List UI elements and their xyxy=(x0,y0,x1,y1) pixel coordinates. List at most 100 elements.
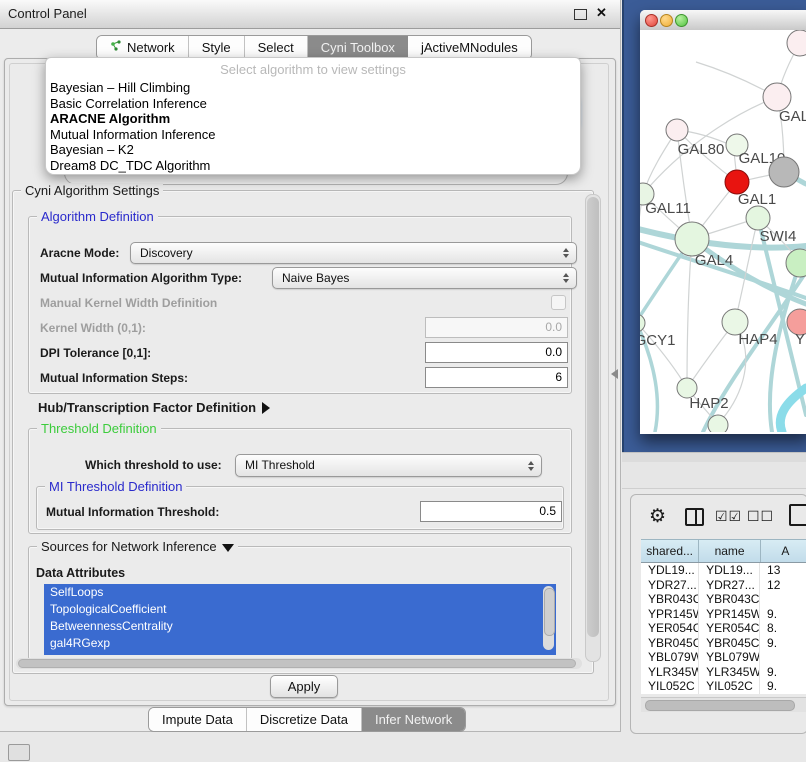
which-threshold-combobox[interactable]: MI Threshold xyxy=(235,454,542,477)
table-row[interactable]: YBL079WYBL079W xyxy=(641,650,806,665)
mac-minimize-button[interactable] xyxy=(660,14,673,27)
tab-label: Network xyxy=(127,40,175,55)
panel-collapse-arrow-icon[interactable] xyxy=(611,369,618,379)
tab-discretize-data[interactable]: Discretize Data xyxy=(247,708,362,731)
column-header-shared[interactable]: shared... xyxy=(641,540,699,562)
table-cell: YLR345W xyxy=(699,665,760,680)
network-node-gal[interactable] xyxy=(763,83,791,111)
algorithm-definition-title: Algorithm Definition xyxy=(37,209,158,224)
algorithm-option-basic-correlation-inference[interactable]: Basic Correlation Inference xyxy=(50,96,574,112)
gear-icon[interactable]: ⚙ xyxy=(649,505,666,528)
data-attributes-list: SelfLoopsTopologicalCoefficientBetweenne… xyxy=(44,584,556,655)
table-row[interactable]: YBR043CYBR043C xyxy=(641,592,806,607)
table-cell: YBL079W xyxy=(699,650,760,665)
network-node-gcy1[interactable] xyxy=(640,314,645,332)
float-window-icon[interactable] xyxy=(574,9,587,20)
tab-impute-data[interactable]: Impute Data xyxy=(149,708,247,731)
table-row[interactable]: YPR145WYPR145W9. xyxy=(641,607,806,622)
settings-horizontal-scrollbar[interactable] xyxy=(16,658,582,669)
cyni-mode-tab-bar: Impute Data Discretize Data Infer Network xyxy=(148,707,466,732)
mi-algorithm-type-combobox[interactable]: Naive Bayes xyxy=(272,267,577,289)
table-panel-titlebar[interactable]: Table Panel xyxy=(622,462,806,489)
table-cell: YDL19... xyxy=(699,563,760,578)
dpi-tolerance-input[interactable]: 0.0 xyxy=(425,342,568,363)
tab-style[interactable]: Style xyxy=(189,36,245,59)
deselect-all-checkboxes-icon[interactable]: ☐☐ xyxy=(747,508,774,525)
algorithm-option-mutual-information-inference[interactable]: Mutual Information Inference xyxy=(50,127,574,143)
column-header-name[interactable]: name xyxy=(699,540,761,562)
network-node[interactable] xyxy=(786,249,806,277)
attributes-list-scrollbar[interactable] xyxy=(543,586,554,650)
table-cell: YER054C xyxy=(641,621,699,636)
algorithm-option-bayesian-k2[interactable]: Bayesian – K2 xyxy=(50,142,574,158)
network-node[interactable] xyxy=(769,157,799,187)
network-canvas[interactable]: GALGAL80GAL10GAL1GAL11SWI4GAL4GCY1HAP4YH… xyxy=(640,30,806,432)
network-icon xyxy=(110,40,122,55)
mi-threshold-label: Mutual Information Threshold: xyxy=(46,505,219,519)
tab-infer-network[interactable]: Infer Network xyxy=(362,708,465,731)
algorithm-option-bayesian-hill-climbing[interactable]: Bayesian – Hill Climbing xyxy=(50,80,574,96)
table-row[interactable]: YDR27...YDR27...12 xyxy=(641,578,806,593)
tab-cyni-toolbox[interactable]: Cyni Toolbox xyxy=(308,36,408,59)
node-label: GAL11 xyxy=(645,200,691,217)
manual-kernel-width-checkbox[interactable] xyxy=(551,295,566,310)
apply-button[interactable]: Apply xyxy=(270,675,338,698)
attribute-item-betweennesscentrality[interactable]: BetweennessCentrality xyxy=(44,618,556,635)
tab-jactivemnodules[interactable]: jActiveMNodules xyxy=(408,36,531,59)
attribute-item-topologicalcoefficient[interactable]: TopologicalCoefficient xyxy=(44,601,556,618)
hub-definition-toggle[interactable]: Hub/Transcription Factor Definition xyxy=(38,400,270,415)
table-cell: YBR045C xyxy=(699,636,760,651)
minimized-panel-icon[interactable] xyxy=(8,744,30,761)
table-row[interactable]: YDL19...YDL19...13 xyxy=(641,563,806,578)
screen: Control Panel ✕ Network Style Select Cyni T… xyxy=(0,0,806,762)
table-horizontal-scrollbar[interactable] xyxy=(641,697,806,712)
page-icon[interactable] xyxy=(789,504,806,526)
close-icon[interactable]: ✕ xyxy=(596,5,607,21)
table-cell: 9. xyxy=(760,636,806,651)
mac-zoom-button[interactable] xyxy=(675,14,688,27)
mi-algorithm-type-label: Mutual Information Algorithm Type: xyxy=(40,271,242,285)
table-cell: YPR145W xyxy=(699,607,760,622)
algorithm-option-dream8-dc-tdc-algorithm[interactable]: Dream8 DC_TDC Algorithm xyxy=(50,158,574,174)
table-cell xyxy=(760,650,806,665)
network-node[interactable] xyxy=(708,415,728,432)
tab-label: Impute Data xyxy=(162,712,233,727)
tab-label: Style xyxy=(202,40,231,55)
table-row[interactable]: YIL052CYIL052C9. xyxy=(641,679,806,694)
attribute-item-gal4rgexp[interactable]: gal4RGexp xyxy=(44,635,556,652)
tab-label: Discretize Data xyxy=(260,712,348,727)
table-row[interactable]: YER054CYER054C8. xyxy=(641,621,806,636)
control-panel-titlebar[interactable]: Control Panel ✕ xyxy=(0,0,620,29)
attribute-item-selfloops[interactable]: SelfLoops xyxy=(44,584,556,601)
tab-network[interactable]: Network xyxy=(97,36,189,59)
column-header-a[interactable]: A xyxy=(761,540,806,562)
network-node-swi4[interactable] xyxy=(746,206,770,230)
table-cell: YBR045C xyxy=(641,636,699,651)
table-row[interactable]: YBR045CYBR045C9. xyxy=(641,636,806,651)
dropdown-prompt: Select algorithm to view settings xyxy=(46,62,580,77)
split-columns-icon[interactable] xyxy=(685,508,704,526)
algorithm-option-aracne-algorithm[interactable]: ARACNE Algorithm xyxy=(50,111,574,127)
mac-close-button[interactable] xyxy=(645,14,658,27)
network-node[interactable] xyxy=(787,30,806,56)
network-node-gal80[interactable] xyxy=(666,119,688,141)
node-attribute-table: shared...nameAYDL19...YDL19...13YDR27...… xyxy=(641,539,806,694)
algorithm-list: Bayesian – Hill ClimbingBasic Correlatio… xyxy=(50,80,574,173)
tab-select[interactable]: Select xyxy=(245,36,308,59)
kernel-width-input[interactable]: 0.0 xyxy=(425,317,568,338)
spinner-arrows-icon xyxy=(528,461,534,471)
mi-threshold-input[interactable]: 0.5 xyxy=(420,501,562,522)
table-cell: YER054C xyxy=(699,621,760,636)
mi-steps-input[interactable]: 6 xyxy=(425,367,568,388)
settings-vertical-scrollbar[interactable] xyxy=(585,194,601,662)
aracne-mode-combobox[interactable]: Discovery xyxy=(130,242,577,264)
table-cell: 8. xyxy=(760,621,806,636)
table-cell: 9. xyxy=(760,679,806,694)
aracne-mode-value: Discovery xyxy=(140,246,193,260)
table-row[interactable]: YLR345WYLR345W9. xyxy=(641,665,806,680)
table-cell: YLR345W xyxy=(641,665,699,680)
tab-label: Cyni Toolbox xyxy=(321,40,395,55)
network-node-gal4[interactable] xyxy=(675,222,709,256)
sources-group-title[interactable]: Sources for Network Inference xyxy=(37,539,238,554)
select-all-checkboxes-icon[interactable]: ☑☑ xyxy=(715,508,742,525)
